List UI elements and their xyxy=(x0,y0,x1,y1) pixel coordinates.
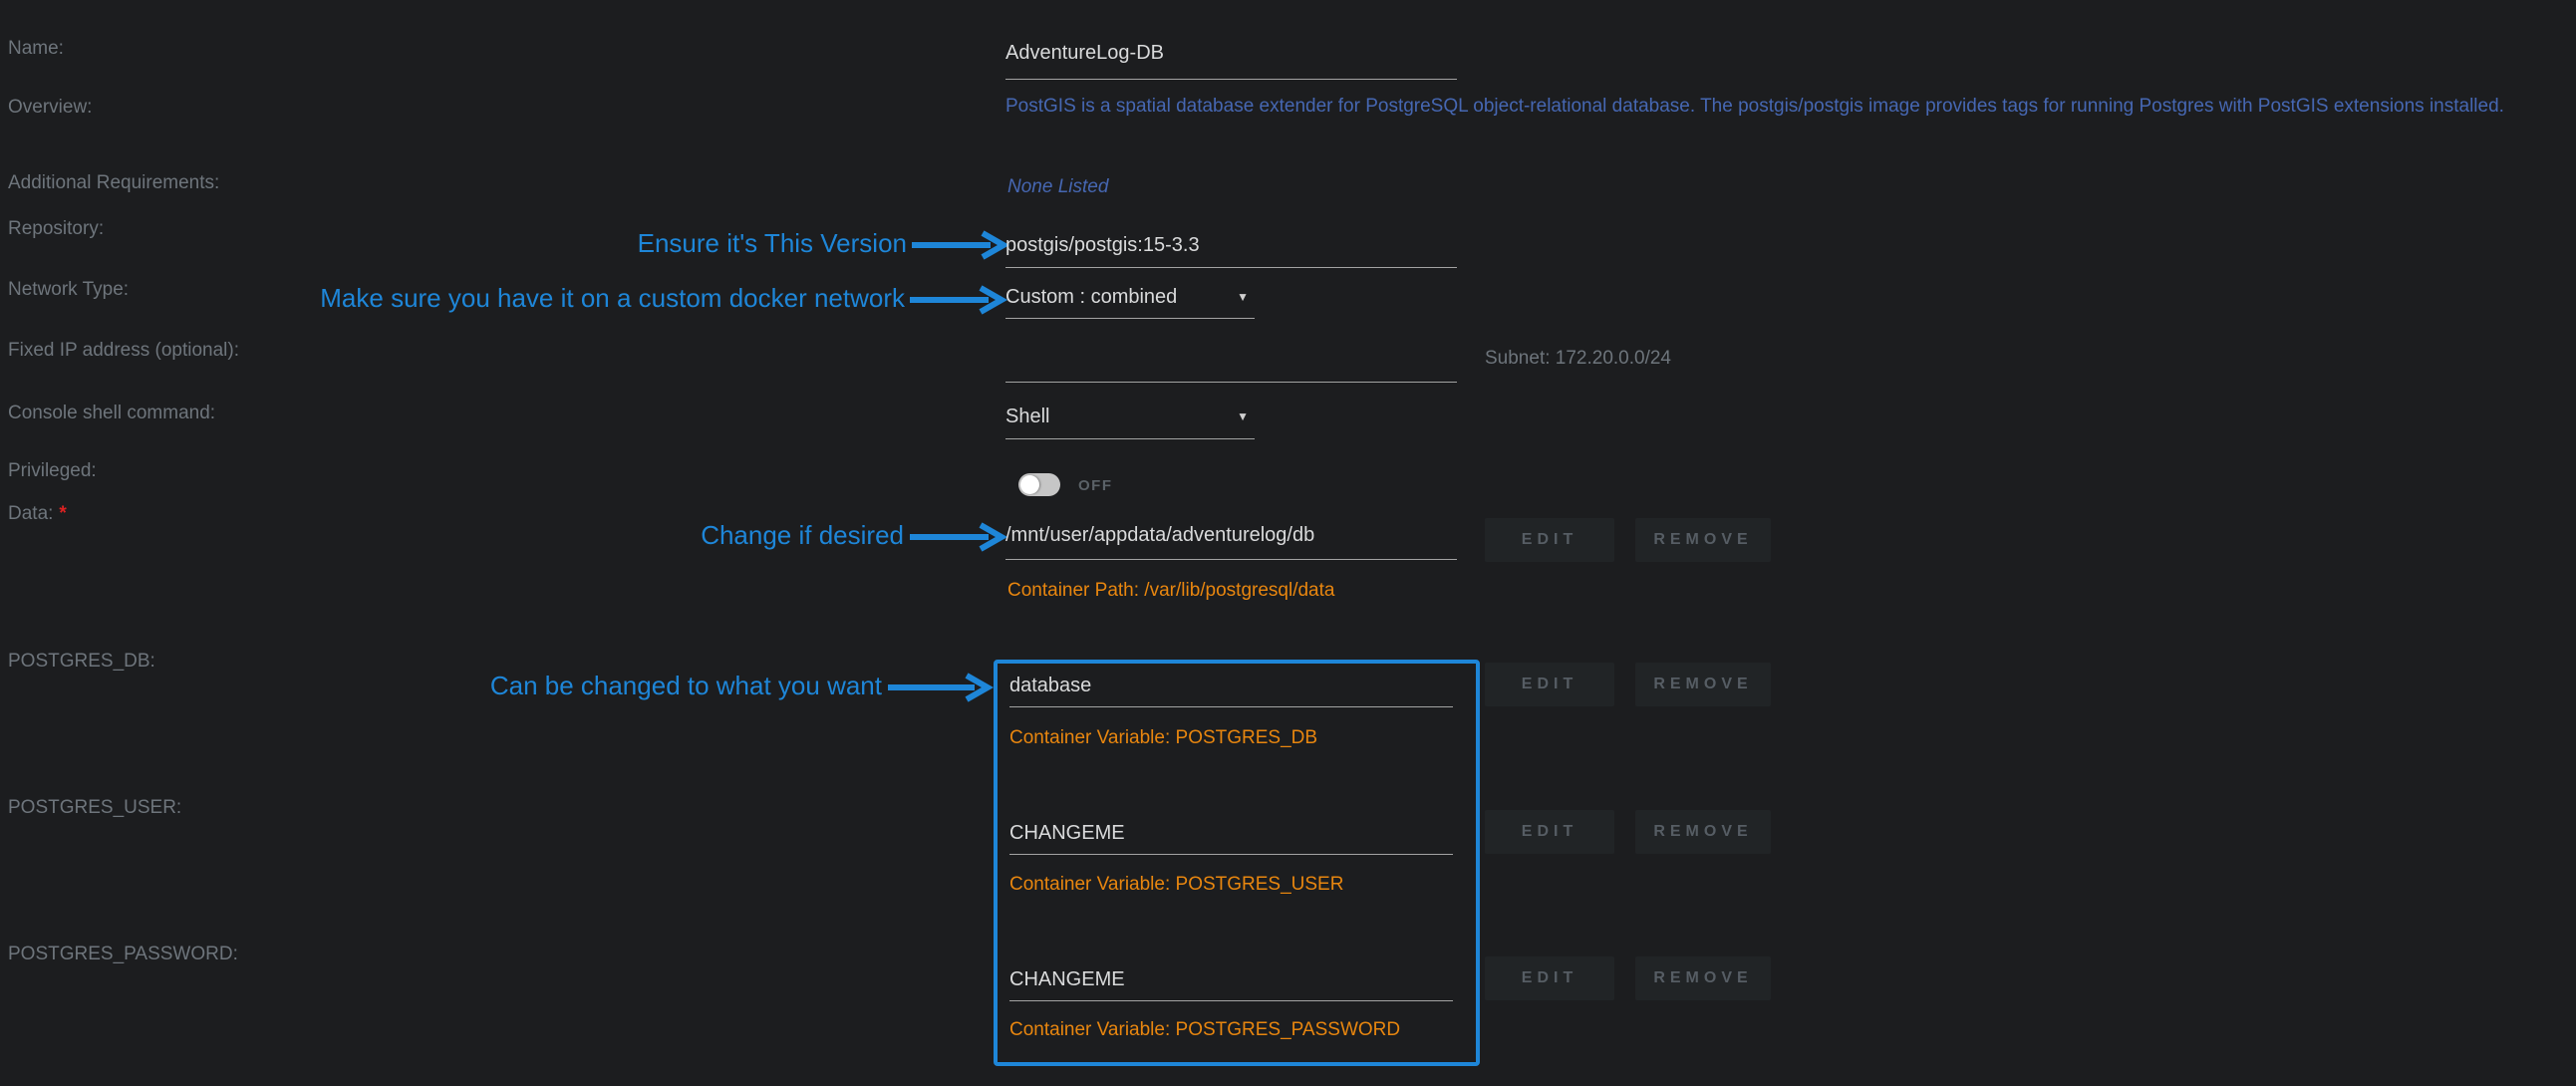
annotation-arrow-repository xyxy=(911,228,1010,262)
chevron-down-icon: ▼ xyxy=(1237,409,1249,423)
postgres-db-helper: Container Variable: POSTGRES_DB xyxy=(1009,727,1317,749)
field-label-network-type: Network Type: xyxy=(8,279,129,301)
additional-requirements-value: None Listed xyxy=(1007,176,1108,198)
network-type-select[interactable]: Custom : combined ▼ xyxy=(1005,286,1255,319)
highlight-box xyxy=(994,660,1480,1066)
privileged-toggle-state: OFF xyxy=(1078,477,1113,494)
data-host-path-value: /mnt/user/appdata/adventurelog/db xyxy=(1005,524,1314,546)
annotation-repository: Ensure it's This Version xyxy=(498,228,907,259)
subnet-info: Subnet: 172.20.0.0/24 xyxy=(1485,348,1671,370)
data-edit-button[interactable]: EDIT xyxy=(1485,518,1614,562)
name-input-value: AdventureLog-DB xyxy=(1005,42,1164,64)
postgres-user-value: CHANGEME xyxy=(1009,822,1125,844)
toggle-knob xyxy=(1020,475,1039,494)
field-label-overview: Overview: xyxy=(8,97,92,119)
data-container-path-helper: Container Path: /var/lib/postgresql/data xyxy=(1007,580,1334,602)
field-label-data: Data: * xyxy=(8,503,67,525)
chevron-down-icon: ▼ xyxy=(1237,290,1249,304)
postgres-password-remove-button[interactable]: REMOVE xyxy=(1635,956,1771,1000)
data-label-text: Data: xyxy=(8,503,53,524)
docker-template-settings-page: Name: Overview: Additional Requirements:… xyxy=(0,0,2576,1086)
field-label-postgres-password: POSTGRES_PASSWORD: xyxy=(8,944,238,965)
postgres-password-edit-button[interactable]: EDIT xyxy=(1485,956,1614,1000)
field-label-console-shell: Console shell command: xyxy=(8,403,215,424)
annotation-data: Change if desired xyxy=(498,520,904,551)
privileged-toggle[interactable] xyxy=(1018,473,1060,496)
field-label-postgres-user: POSTGRES_USER: xyxy=(8,797,181,819)
field-label-additional-requirements: Additional Requirements: xyxy=(8,172,219,194)
annotation-postgres: Can be changed to what you want xyxy=(379,671,882,701)
postgres-password-value: CHANGEME xyxy=(1009,968,1125,990)
postgres-db-input[interactable]: database xyxy=(1009,675,1453,707)
annotation-network: Make sure you have it on a custom docker… xyxy=(159,283,905,314)
fixed-ip-input[interactable] xyxy=(1005,349,1457,383)
postgres-password-input[interactable]: CHANGEME xyxy=(1009,968,1453,1001)
annotation-arrow-network xyxy=(909,283,1008,317)
postgres-user-input[interactable]: CHANGEME xyxy=(1009,822,1453,855)
postgres-user-helper: Container Variable: POSTGRES_USER xyxy=(1009,874,1343,896)
field-label-fixed-ip: Fixed IP address (optional): xyxy=(8,340,239,362)
annotation-arrow-data xyxy=(909,520,1008,554)
postgres-db-edit-button[interactable]: EDIT xyxy=(1485,663,1614,706)
field-label-repository: Repository: xyxy=(8,218,104,240)
repository-input[interactable]: postgis/postgis:15-3.3 xyxy=(1005,234,1457,268)
field-label-name: Name: xyxy=(8,38,64,60)
postgres-db-value: database xyxy=(1009,675,1091,696)
postgres-user-edit-button[interactable]: EDIT xyxy=(1485,810,1614,854)
data-host-path-input[interactable]: /mnt/user/appdata/adventurelog/db xyxy=(1005,524,1457,560)
repository-input-value: postgis/postgis:15-3.3 xyxy=(1005,234,1200,256)
annotation-arrow-postgres xyxy=(887,671,995,704)
console-shell-select[interactable]: Shell ▼ xyxy=(1005,406,1255,439)
name-input[interactable]: AdventureLog-DB xyxy=(1005,42,1457,80)
data-remove-button[interactable]: REMOVE xyxy=(1635,518,1771,562)
postgres-password-helper: Container Variable: POSTGRES_PASSWORD xyxy=(1009,1019,1400,1041)
postgres-user-remove-button[interactable]: REMOVE xyxy=(1635,810,1771,854)
required-asterisk: * xyxy=(59,503,66,524)
field-label-postgres-db: POSTGRES_DB: xyxy=(8,651,155,673)
field-label-privileged: Privileged: xyxy=(8,460,97,482)
network-type-selected-value: Custom : combined xyxy=(1005,286,1177,308)
postgres-db-remove-button[interactable]: REMOVE xyxy=(1635,663,1771,706)
overview-text: PostGIS is a spatial database extender f… xyxy=(1005,96,2504,118)
console-shell-selected-value: Shell xyxy=(1005,406,1049,427)
